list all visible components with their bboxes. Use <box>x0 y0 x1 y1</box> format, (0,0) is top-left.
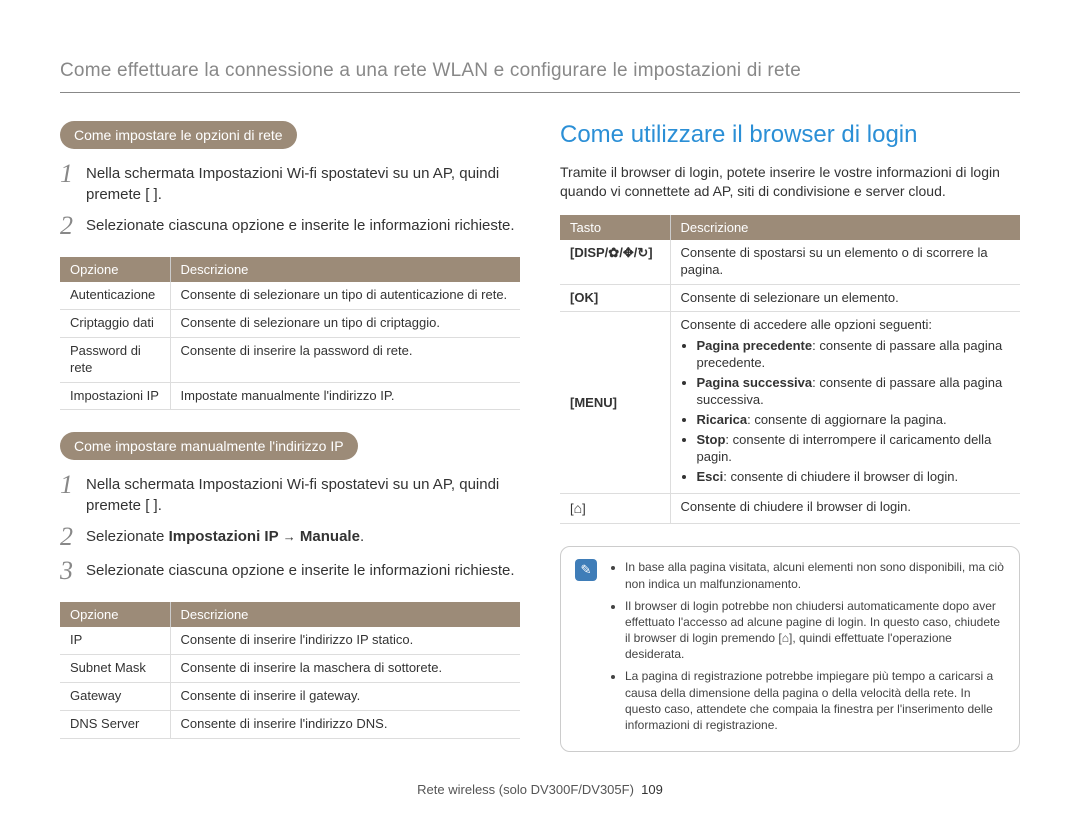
pill-network-options: Come impostare le opzioni di rete <box>60 121 297 149</box>
table-cell: Consente di accedere alle opzioni seguen… <box>670 312 1020 494</box>
note-icon: ✎ <box>575 559 597 581</box>
table-header: Descrizione <box>170 602 520 627</box>
left-column: Come impostare le opzioni di rete 1 Nell… <box>60 121 520 761</box>
table-cell: Password di rete <box>60 337 170 382</box>
table-cell: Consente di chiudere il browser di login… <box>670 494 1020 524</box>
table-cell: Consente di selezionare un tipo di auten… <box>170 282 520 309</box>
home-icon <box>574 501 582 516</box>
table-cell: Autenticazione <box>60 282 170 309</box>
steps-manual-ip: 1 Nella schermata Impostazioni Wi-fi spo… <box>60 474 520 584</box>
table-cell: Consente di inserire la password di rete… <box>170 337 520 382</box>
step-number: 1 <box>60 161 86 187</box>
table-cell: Consente di spostarsi su un elemento o d… <box>670 240 1020 284</box>
table-header: Descrizione <box>670 215 1020 240</box>
note-item: La pagina di registrazione potrebbe impi… <box>625 668 1005 733</box>
step-text: Selezionate ciascuna opzione e inserite … <box>86 215 520 236</box>
note-item: In base alla pagina visitata, alcuni ele… <box>625 559 1005 591</box>
step-number: 1 <box>60 472 86 498</box>
steps-network-options: 1 Nella schermata Impostazioni Wi-fi spo… <box>60 163 520 239</box>
table-header: Descrizione <box>170 257 520 282</box>
table-cell: DNS Server <box>60 711 170 739</box>
table-cell: Consente di inserire il gateway. <box>170 683 520 711</box>
section-title: Come utilizzare il browser di login <box>560 121 1020 149</box>
note-box: ✎ In base alla pagina visitata, alcuni e… <box>560 546 1020 752</box>
step-number: 2 <box>60 213 86 239</box>
page-header: Come effettuare la connessione a una ret… <box>60 60 1020 93</box>
step-text: Nella schermata Impostazioni Wi-fi spost… <box>86 163 520 205</box>
table-cell: Criptaggio dati <box>60 309 170 337</box>
step-number: 2 <box>60 524 86 550</box>
table-cell: Consente di inserire la maschera di sott… <box>170 655 520 683</box>
table-network-options: Opzione Descrizione AutenticazioneConsen… <box>60 257 520 410</box>
step-text: Selezionate ciascuna opzione e inserite … <box>86 560 520 581</box>
table-cell: Impostate manualmente l'indirizzo IP. <box>170 382 520 410</box>
table-cell: Subnet Mask <box>60 655 170 683</box>
pill-manual-ip: Come impostare manualmente l'indirizzo I… <box>60 432 358 460</box>
step-text: Selezionate Impostazioni IP → Manuale. <box>86 526 520 547</box>
table-cell: IP <box>60 627 170 654</box>
table-manual-ip: Opzione Descrizione IPConsente di inseri… <box>60 602 520 739</box>
table-cell: Gateway <box>60 683 170 711</box>
intro-paragraph: Tramite il browser di login, potete inse… <box>560 163 1020 201</box>
table-cell: Impostazioni IP <box>60 382 170 410</box>
right-column: Come utilizzare il browser di login Tram… <box>560 121 1020 761</box>
table-header: Opzione <box>60 602 170 627</box>
table-cell-key: [] <box>560 494 670 524</box>
table-cell: Consente di selezionare un elemento. <box>670 284 1020 312</box>
table-cell-key: [OK] <box>560 284 670 312</box>
table-cell: Consente di inserire l'indirizzo IP stat… <box>170 627 520 654</box>
table-cell: Consente di inserire l'indirizzo DNS. <box>170 711 520 739</box>
note-list: In base alla pagina visitata, alcuni ele… <box>609 559 1005 739</box>
page-footer: Rete wireless (solo DV300F/DV305F) 109 <box>0 782 1080 797</box>
table-header: Tasto <box>560 215 670 240</box>
step-text: Nella schermata Impostazioni Wi-fi spost… <box>86 474 520 516</box>
table-cell-key: [DISP/✿/✥/↻] <box>560 240 670 284</box>
timer-icon: ↻ <box>637 245 648 260</box>
note-item: Il browser di login potrebbe non chiuder… <box>625 598 1005 663</box>
table-header: Opzione <box>60 257 170 282</box>
content-columns: Come impostare le opzioni di rete 1 Nell… <box>60 121 1020 761</box>
step-number: 3 <box>60 558 86 584</box>
clip-icon: ✥ <box>623 245 634 260</box>
table-cell-key: [MENU] <box>560 312 670 494</box>
flower-icon: ✿ <box>608 245 619 260</box>
table-login-browser: Tasto Descrizione [DISP/✿/✥/↻] Consente … <box>560 215 1020 525</box>
table-cell: Consente di selezionare un tipo di cript… <box>170 309 520 337</box>
